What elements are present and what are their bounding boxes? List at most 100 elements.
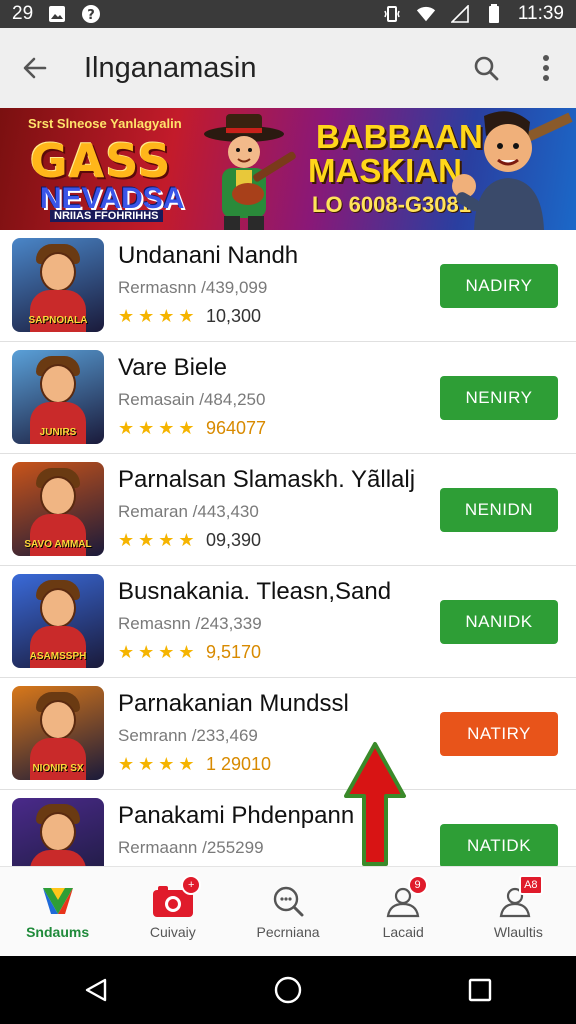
star-icon: ★: [138, 306, 155, 326]
nav-item-store[interactable]: Sndaums: [0, 867, 115, 956]
thumbnail-caption: ASAMSSPH: [29, 651, 87, 662]
banner-logo-top: GASS: [30, 134, 172, 188]
nav-item-profile[interactable]: 9 Lacaid: [346, 867, 461, 956]
square-recents-icon: [468, 978, 492, 1002]
battery-icon: [484, 4, 504, 24]
banner-headline-2: MASKIAN: [308, 152, 462, 189]
star-icon: ★: [178, 642, 195, 662]
app-name[interactable]: Panakami Phdenpann: [118, 802, 354, 830]
gallery-notification-icon: [47, 4, 67, 24]
signal-icon: [450, 4, 470, 24]
store-icon: [42, 887, 73, 914]
thumbnail-caption: NIONIR SX: [32, 763, 84, 774]
svg-text:?: ?: [87, 8, 95, 23]
nav-label-camera: Cuivaiy: [149, 923, 196, 940]
page-title: Ilnganamasin: [84, 51, 257, 84]
install-button[interactable]: NATIRY: [440, 712, 558, 756]
banner-logo-bottom: NRIIAS FFOHRIHHS: [50, 210, 163, 222]
star-icon: ★: [178, 754, 195, 774]
status-bar: 29 ? 11:39: [0, 0, 576, 28]
system-home-button[interactable]: [248, 956, 328, 1024]
system-back-button[interactable]: [56, 956, 136, 1024]
nav-label-search: Pecrniana: [256, 923, 320, 940]
rating-count: 1 29010: [206, 754, 272, 774]
app-thumbnail[interactable]: [12, 798, 104, 866]
app-subtitle: Rermasnn /439,099: [118, 278, 268, 297]
wifi-icon: [416, 4, 436, 24]
install-button[interactable]: NANIDK: [440, 600, 558, 644]
thumbnail-caption: JUNIRS: [39, 427, 77, 438]
search-icon: [273, 886, 304, 916]
star-icon: ★: [158, 642, 175, 662]
nav-label-account: Wlaultis: [493, 923, 543, 940]
star-icon: ★: [158, 754, 175, 774]
app-thumbnail[interactable]: ASAMSSPH: [12, 574, 104, 668]
back-button[interactable]: [0, 28, 70, 108]
app-row[interactable]: ASAMSSPH Busnakania. Tleasn,Sand Remasnn /…: [0, 566, 576, 678]
app-thumbnail[interactable]: SAVO AMMAL: [12, 462, 104, 556]
rating-count: 09,390: [206, 530, 262, 550]
star-icon: ★: [178, 418, 195, 438]
status-time: 11:39: [517, 3, 564, 24]
star-icon: ★: [118, 642, 135, 662]
app-thumbnail[interactable]: SAPNOIALA: [12, 238, 104, 332]
install-button[interactable]: NADIRY: [440, 264, 558, 308]
nav-label-store: Sndaums: [26, 923, 90, 940]
star-icon: ★: [158, 306, 175, 326]
more-options-button[interactable]: [516, 28, 576, 108]
thumbnail-face: [40, 700, 76, 740]
star-icon: ★: [118, 306, 135, 326]
app-name[interactable]: Undanani Nandh: [118, 242, 298, 270]
rating-count: 10,300: [206, 306, 262, 326]
app-thumbnail[interactable]: JUNIRS: [12, 350, 104, 444]
app-row[interactable]: SAPNOIALA Undanani Nandh Rermasnn /439,099…: [0, 230, 576, 342]
thumbnail-face: [40, 252, 76, 292]
app-subtitle: Remasain /484,250: [118, 390, 266, 409]
app-row[interactable]: JUNIRS Vare Biele Remasain /484,250 ★ ★ ★ ★ 964…: [0, 342, 576, 454]
app-row[interactable]: NIONIR SX Parnakanian Mundssl Semrann /233…: [0, 678, 576, 790]
banner-cowboy-illustration: [204, 114, 296, 230]
nav-item-camera[interactable]: + Cuivaiy: [115, 867, 230, 956]
nav-label-profile: Lacaid: [382, 923, 424, 940]
app-name[interactable]: Parnakanian Mundssl: [118, 690, 349, 718]
star-icon: ★: [118, 754, 135, 774]
app-subtitle: Rermaann /255299: [118, 838, 264, 857]
thumbnail-caption: SAVO AMMAL: [24, 539, 92, 550]
star-icon: ★: [158, 530, 175, 550]
star-icon: ★: [118, 418, 135, 438]
promo-banner[interactable]: Srst Slneose Yanlagyalin GASS NEVADSA NR…: [0, 108, 576, 230]
star-icon: ★: [138, 642, 155, 662]
app-list: SAPNOIALA Undanani Nandh Rermasnn /439,099…: [0, 230, 576, 866]
arrow-left-icon: [23, 57, 47, 79]
more-vert-icon: [543, 55, 549, 81]
star-icon: ★: [138, 754, 155, 774]
app-name[interactable]: Busnakania. Tleasn,Sand: [118, 578, 391, 606]
help-notification-icon: ?: [81, 4, 101, 24]
app-name[interactable]: Vare Biele: [118, 354, 227, 382]
thumbnail-face: [40, 476, 76, 516]
install-button[interactable]: NENIRY: [440, 376, 558, 420]
thumbnail-caption: SAPNOIALA: [28, 315, 88, 326]
status-time-left: 29: [12, 3, 34, 24]
search-icon: [474, 56, 499, 81]
nav-item-account[interactable]: A8 Wlaultis: [461, 867, 576, 956]
search-button[interactable]: [456, 28, 516, 108]
rating-count: 964077: [206, 418, 267, 438]
app-row[interactable]: SAVO AMMAL Parnalsan Slamaskh. Yãllalj Rem…: [0, 454, 576, 566]
install-button[interactable]: NENIDN: [440, 488, 558, 532]
install-button[interactable]: NATIDK: [440, 824, 558, 866]
thumbnail-body: [30, 850, 86, 866]
app-row[interactable]: Panakami Phdenpann Rermaann /255299 NATIDK: [0, 790, 576, 866]
system-recents-button[interactable]: [440, 956, 520, 1024]
star-icon: ★: [158, 418, 175, 438]
banner-hero-illustration: [452, 111, 573, 230]
star-icon: ★: [138, 530, 155, 550]
app-thumbnail[interactable]: NIONIR SX: [12, 686, 104, 780]
star-icon: ★: [118, 530, 135, 550]
nav-item-search[interactable]: Pecrniana: [230, 867, 345, 956]
rating-stars: ★ ★ ★ ★: [118, 306, 195, 327]
app-name[interactable]: Parnalsan Slamaskh. Yãllalj: [118, 466, 415, 494]
thumbnail-face: [40, 588, 76, 628]
profile-badge: 9: [407, 875, 428, 895]
rating-count: 9,5170: [206, 642, 262, 662]
